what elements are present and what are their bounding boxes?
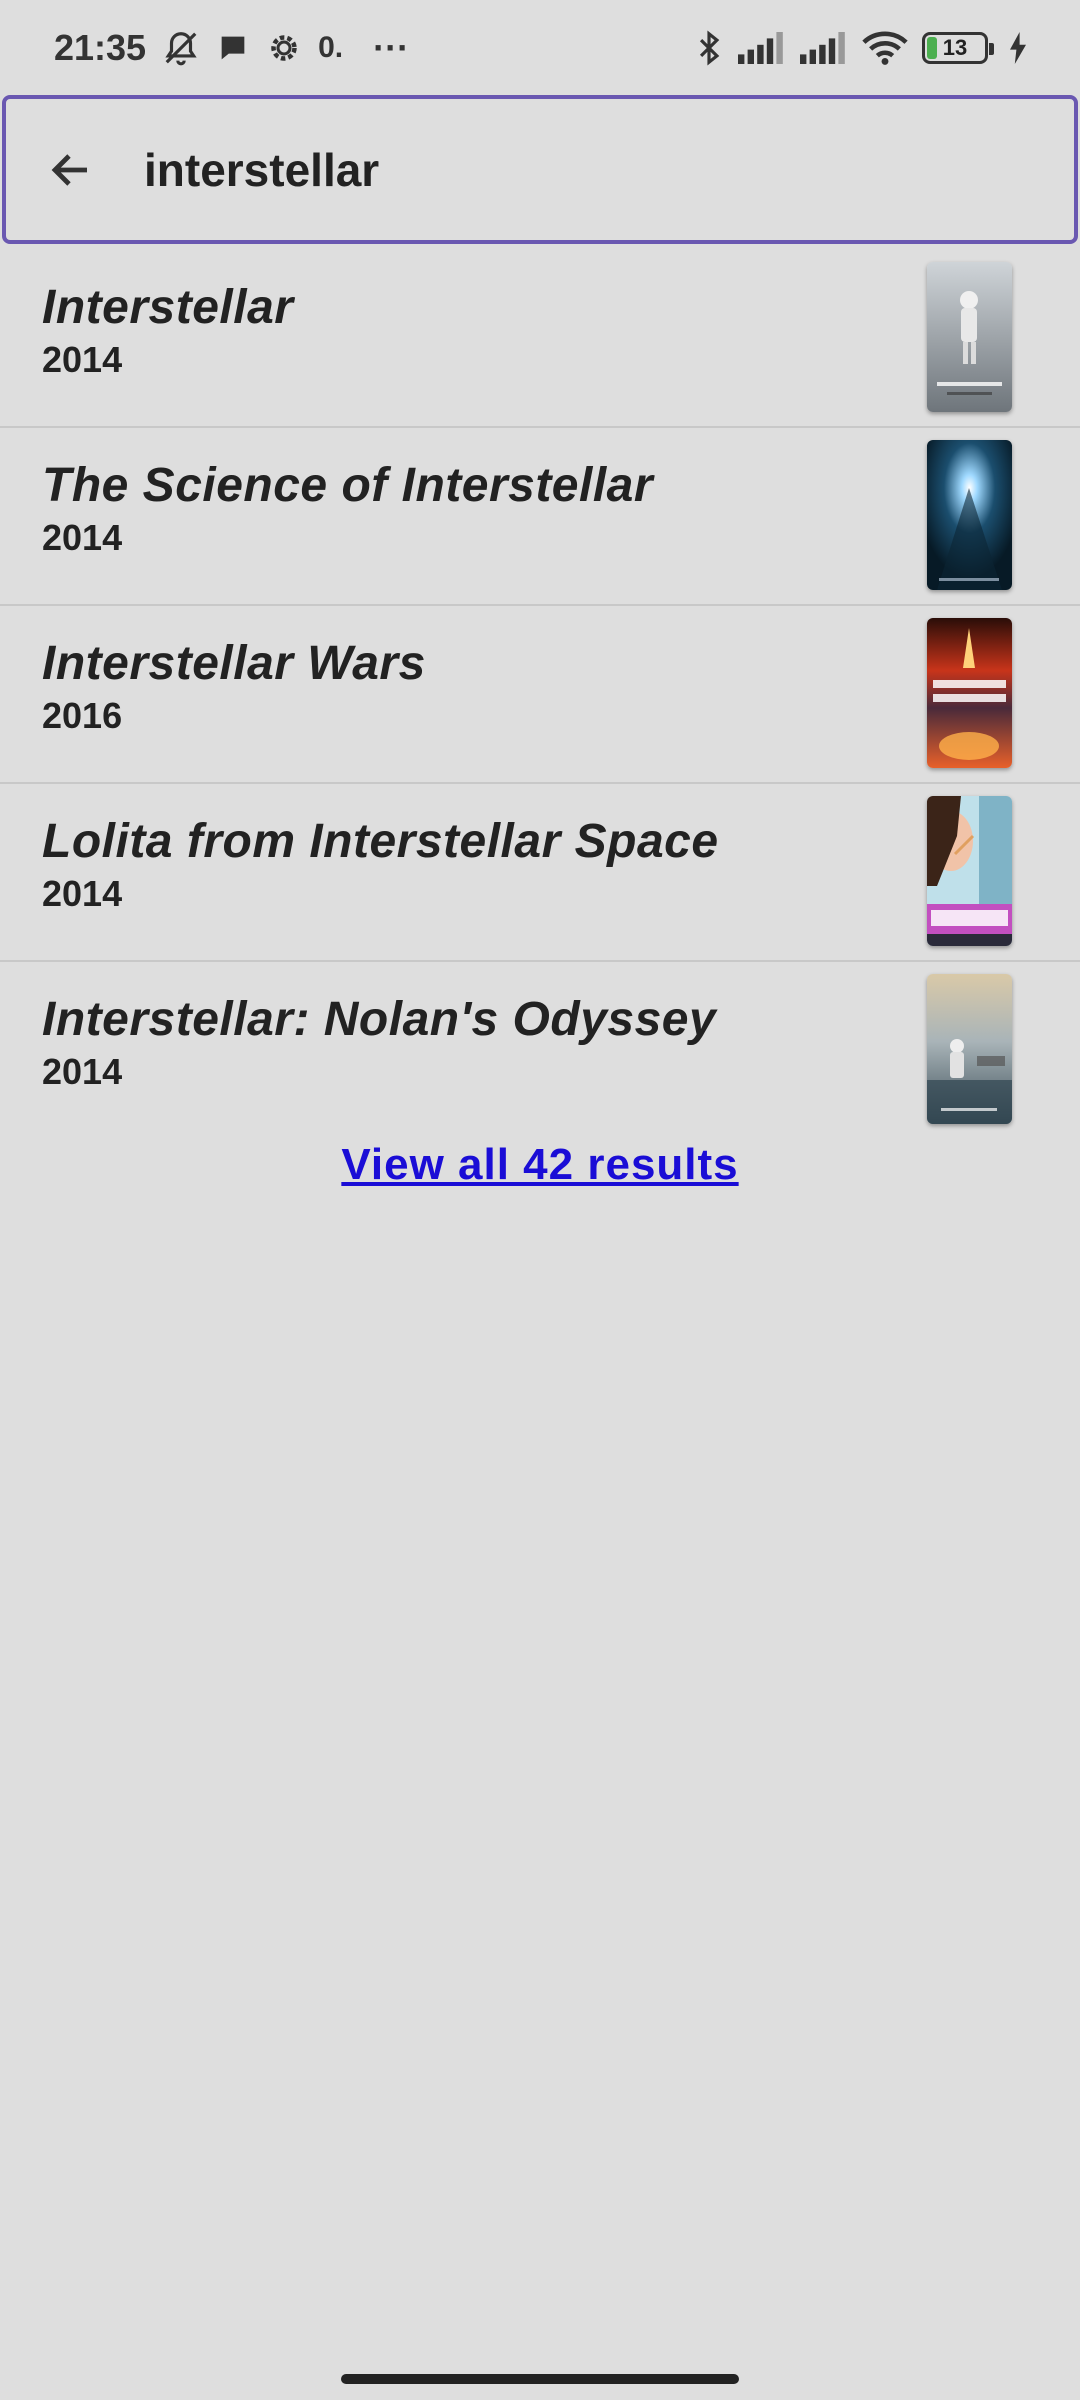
screen: 21:35 0. ··· 13 interstellar Interstella… (0, 0, 1080, 2400)
result-year: 2014 (42, 339, 123, 380)
result-year: 2014 (42, 517, 123, 558)
result-year: 2016 (42, 695, 123, 736)
result-year: 2014 (42, 873, 123, 914)
charging-bolt-icon (1008, 32, 1028, 64)
search-bar (2, 95, 1078, 244)
result-text: Interstellar: Nolan's Odyssey 2014 (42, 992, 716, 1094)
result-title: Interstellar (42, 281, 294, 334)
list-item[interactable]: Lolita from Interstellar Space 2014 (0, 784, 1080, 962)
result-title: The Science of Interstellar (42, 459, 654, 512)
astronaut-poster (927, 262, 1012, 412)
woman-lolita-poster (927, 796, 1012, 946)
home-indicator[interactable] (341, 2374, 739, 2384)
result-title: Lolita from Interstellar Space (42, 815, 719, 868)
result-title: Interstellar Wars (42, 637, 426, 690)
result-text: Interstellar Wars 2016 (42, 636, 426, 738)
result-text: Lolita from Interstellar Space 2014 (42, 814, 719, 916)
settings-gear-icon (266, 30, 302, 66)
search-input[interactable] (136, 142, 1074, 197)
battery-fill (927, 37, 937, 59)
status-bar: 21:35 0. ··· 13 (0, 0, 1080, 96)
astronaut-water-poster (927, 974, 1012, 1124)
list-item[interactable]: Interstellar: Nolan's Odyssey 2014 (0, 962, 1080, 1140)
arrow-left-icon (51, 153, 87, 186)
more-dots-icon: ··· (373, 27, 410, 68)
battery-level: 13 (942, 35, 968, 60)
view-all-results-link[interactable]: View all 42 results (0, 1140, 1080, 1190)
wifi-icon (862, 30, 908, 66)
result-year: 2014 (42, 1051, 123, 1092)
bell-off-icon (162, 29, 200, 67)
chat-bubble-icon (216, 31, 250, 65)
status-right: 13 (694, 29, 1028, 67)
list-item[interactable]: The Science of Interstellar 2014 (0, 428, 1080, 606)
list-item[interactable]: Interstellar Wars 2016 (0, 606, 1080, 784)
fiery-explosion-poster (927, 618, 1012, 768)
status-extra-indicator: 0. (318, 31, 344, 64)
result-text: Interstellar 2014 (42, 280, 293, 382)
status-left: 21:35 0. ··· (54, 27, 409, 69)
back-button[interactable] (6, 99, 136, 240)
result-text: The Science of Interstellar 2014 (42, 458, 653, 560)
bluetooth-icon (694, 29, 724, 67)
signal-icon (800, 32, 848, 64)
result-title: Interstellar: Nolan's Odyssey (42, 993, 717, 1046)
battery-icon: 13 (922, 32, 994, 64)
list-item[interactable]: Interstellar 2014 (0, 250, 1080, 428)
status-time: 21:35 (54, 27, 147, 68)
results-list: Interstellar 2014 The Science of Interst… (0, 250, 1080, 1140)
blue-star-poster (927, 440, 1012, 590)
signal-icon (738, 32, 786, 64)
